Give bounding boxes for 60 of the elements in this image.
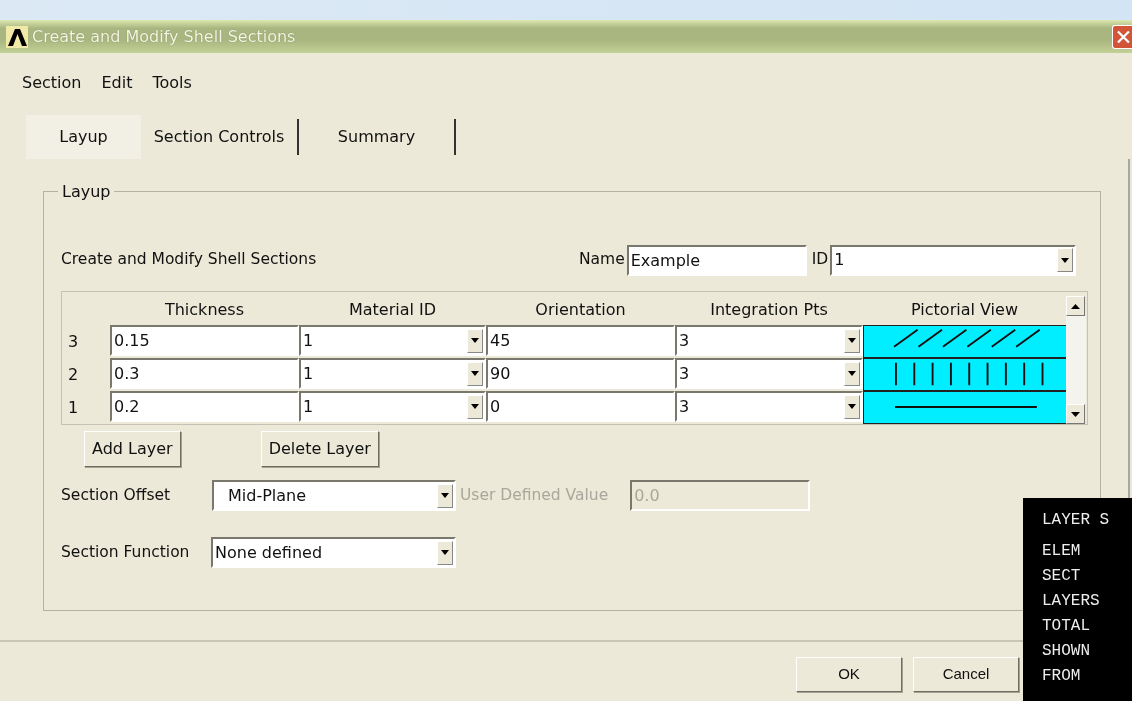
menu-item[interactable]: Tools xyxy=(152,71,192,95)
caret-icon[interactable] xyxy=(437,540,453,565)
field-label: ID xyxy=(811,249,829,271)
menu-item[interactable]: Edit xyxy=(101,71,133,95)
console-line: SECT xyxy=(1042,566,1082,587)
layer-number: 2 xyxy=(67,363,80,386)
input-field[interactable]: 0 xyxy=(486,391,675,422)
dropdown-field[interactable]: None defined xyxy=(211,537,456,568)
layer-button[interactable]: Delete Layer xyxy=(260,431,379,467)
input-field[interactable]: Example xyxy=(626,244,807,276)
column-header: Material ID xyxy=(347,299,438,321)
logo-icon xyxy=(6,25,28,48)
close-icon[interactable] xyxy=(1112,24,1132,49)
dropdown-field[interactable]: 3 xyxy=(675,391,863,422)
field-label: User Defined Value xyxy=(460,484,609,506)
dropdown-field[interactable]: 3 xyxy=(675,358,863,389)
field-label: Name xyxy=(579,249,625,271)
layer-number: 3 xyxy=(67,330,80,353)
dropdown-field[interactable]: 3 xyxy=(675,325,863,356)
scroll-down-icon[interactable] xyxy=(1066,404,1085,424)
console-line: TOTAL xyxy=(1042,616,1091,637)
console-line: SHOWN xyxy=(1042,641,1091,662)
caret-icon[interactable] xyxy=(467,394,483,419)
tab[interactable]: Layup xyxy=(26,115,141,159)
dropdown-field[interactable]: 1 xyxy=(299,358,486,389)
menu-item[interactable]: Section xyxy=(22,71,82,95)
layer-button[interactable]: Add Layer xyxy=(84,431,181,467)
column-header: Pictorial View xyxy=(910,299,1019,321)
column-header: Integration Pts xyxy=(709,299,829,321)
tab[interactable]: Summary xyxy=(299,119,456,155)
console-line: ELEM xyxy=(1042,541,1082,562)
column-header: Orientation xyxy=(534,299,627,321)
dropdown-field[interactable]: 1 xyxy=(830,244,1077,276)
section-heading: Create and Modify Shell Sections xyxy=(61,249,318,271)
dialog-button[interactable]: Cancel xyxy=(913,657,1019,692)
window-title: Create and Modify Shell Sections xyxy=(32,25,296,48)
caret-icon[interactable] xyxy=(467,361,483,386)
input-field[interactable]: 0.15 xyxy=(110,325,299,356)
caret-icon[interactable] xyxy=(1057,248,1074,272)
scroll-up-icon[interactable] xyxy=(1066,296,1085,316)
tab[interactable]: Section Controls xyxy=(141,119,299,155)
dropdown-field[interactable]: 1 xyxy=(299,391,486,422)
input-field[interactable]: 90 xyxy=(486,358,675,389)
console-line: LAYERS xyxy=(1042,591,1101,612)
caret-icon[interactable] xyxy=(844,394,860,419)
column-header: Thickness xyxy=(163,299,246,321)
caret-icon[interactable] xyxy=(467,328,483,353)
input-field[interactable]: 45 xyxy=(486,325,675,356)
input-field[interactable]: 0.3 xyxy=(110,358,299,389)
field-label: Section Offset xyxy=(61,484,172,506)
input-field[interactable]: 0.2 xyxy=(110,391,299,422)
dialog-button[interactable]: OK xyxy=(796,657,902,692)
caret-icon[interactable] xyxy=(844,328,860,353)
layer-number: 1 xyxy=(67,396,80,419)
dropdown-field[interactable]: 1 xyxy=(299,325,486,356)
caret-icon[interactable] xyxy=(437,483,453,508)
caret-icon[interactable] xyxy=(844,361,860,386)
field-label: Section Function xyxy=(61,541,191,563)
console-line: LAYER S xyxy=(1042,510,1111,531)
console-line: FROM xyxy=(1042,666,1082,687)
